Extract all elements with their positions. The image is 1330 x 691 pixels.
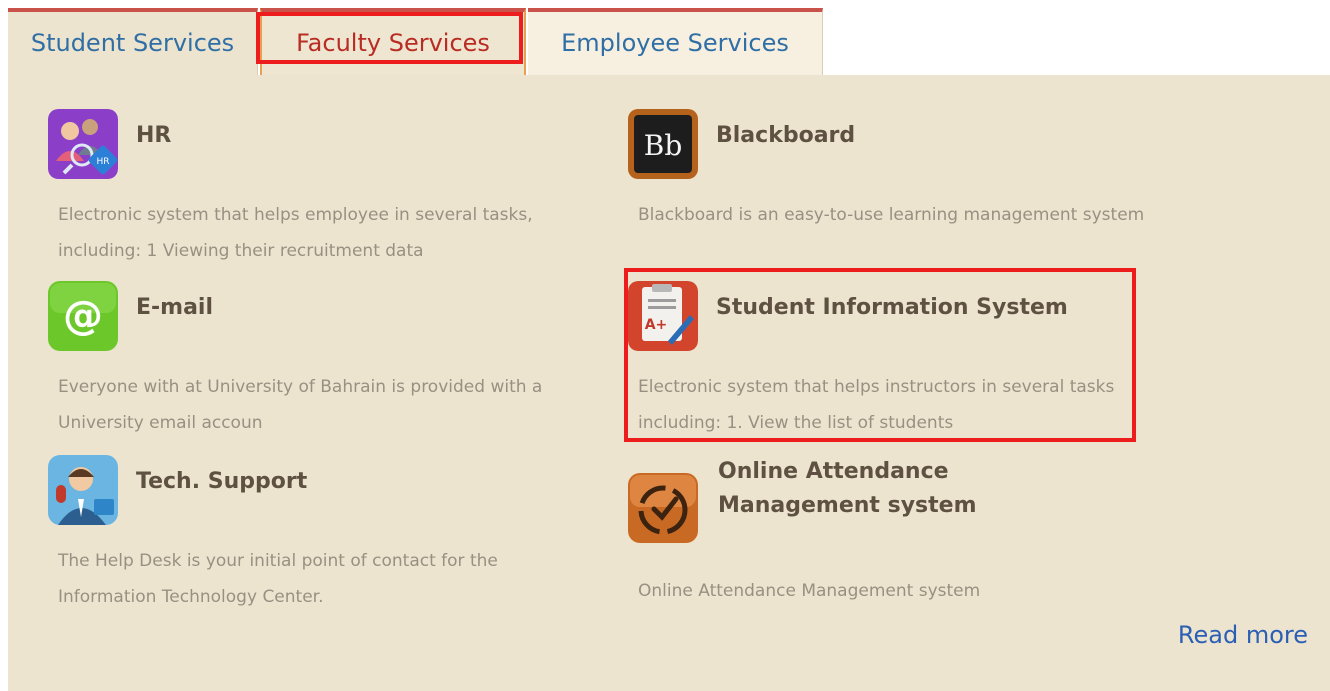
service-blackboard-description: Blackboard is an easy-to-use learning ma… — [638, 205, 1145, 225]
tab-employee-services[interactable]: Employee Services — [528, 8, 823, 75]
student-grades-icon[interactable]: A+ — [628, 281, 698, 351]
service-online-attendance-description: Online Attendance Management system — [638, 581, 981, 601]
svg-text:HR: HR — [96, 157, 109, 167]
service-sis-title[interactable]: Student Information System — [716, 291, 1136, 325]
hr-people-icon[interactable]: HR — [48, 109, 118, 179]
service-hr-title[interactable]: HR — [136, 119, 556, 153]
tab-faculty-services[interactable]: Faculty Services — [260, 8, 526, 75]
service-email-description: Everyone with at University of Bahrain i… — [58, 377, 543, 433]
service-hr-description: Electronic system that helps employee in… — [58, 205, 533, 261]
service-email-title[interactable]: E-mail — [136, 291, 556, 325]
tab-faculty-services-label: Faculty Services — [296, 29, 490, 57]
faculty-services-panel: HR HR Electronic system that helps emplo… — [8, 75, 1330, 691]
svg-text:@: @ — [63, 293, 103, 339]
service-tech-support-title[interactable]: Tech. Support — [136, 465, 556, 499]
tech-support-agent-icon[interactable] — [48, 455, 118, 525]
service-tech-support-description: The Help Desk is your initial point of c… — [58, 551, 498, 607]
email-at-icon[interactable]: @ — [48, 281, 118, 351]
services-tabs: Student Services Faculty Services Employ… — [8, 8, 823, 75]
tab-student-services[interactable]: Student Services — [8, 8, 258, 75]
service-blackboard-title[interactable]: Blackboard — [716, 119, 1136, 153]
tab-employee-services-label: Employee Services — [561, 29, 789, 57]
svg-text:Bb: Bb — [644, 129, 683, 162]
tab-student-services-label: Student Services — [30, 29, 235, 57]
read-more-link[interactable]: Read more — [1178, 621, 1308, 649]
attendance-clock-icon[interactable] — [628, 473, 698, 543]
service-online-attendance-title[interactable]: Online Attendance Management system — [718, 455, 1118, 523]
svg-text:A+: A+ — [645, 317, 668, 333]
blackboard-icon[interactable]: Bb — [628, 109, 698, 179]
service-sis-description: Electronic system that helps instructors… — [638, 377, 1115, 433]
